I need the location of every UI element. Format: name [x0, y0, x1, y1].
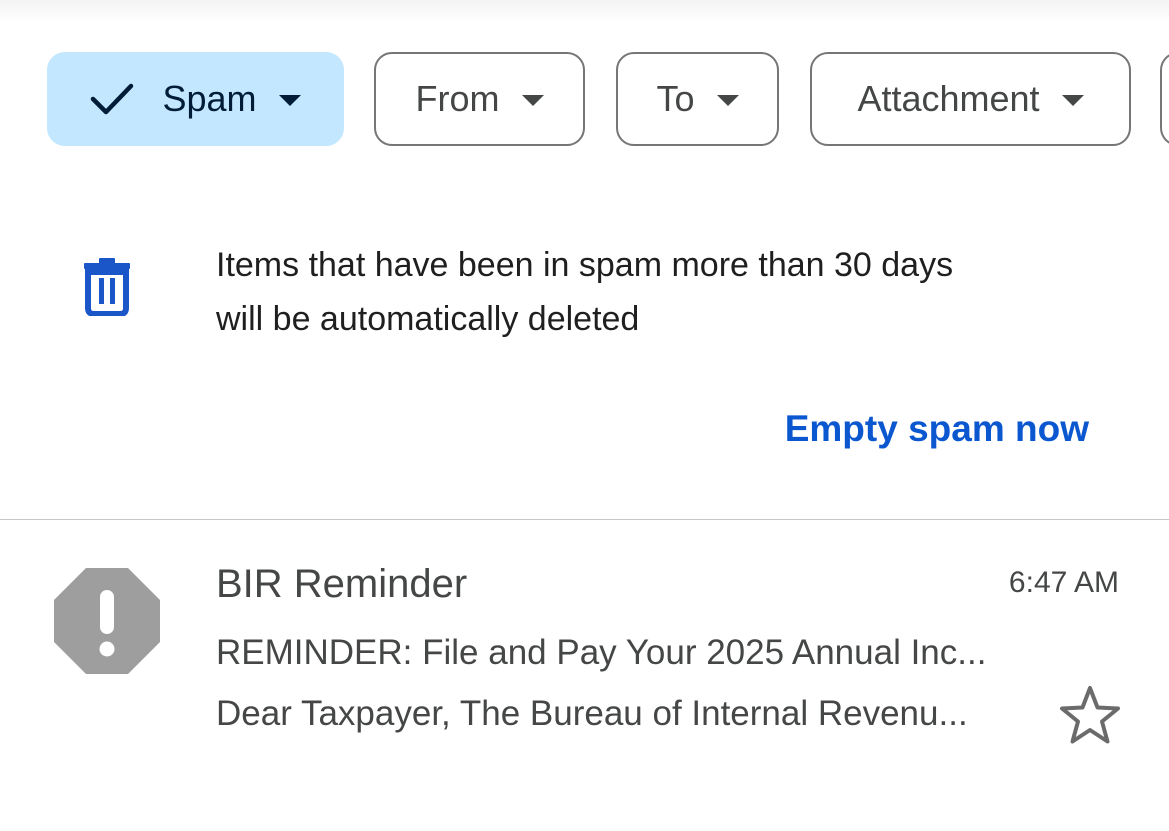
- spam-warning-icon: [52, 566, 162, 676]
- notice-line-1: Items that have been in spam more than 3…: [216, 246, 954, 284]
- list-item[interactable]: BIR Reminder 6:47 AM REMINDER: File and …: [0, 520, 1169, 831]
- from-filter-label: From: [415, 78, 500, 119]
- caret-down-icon: [278, 94, 301, 106]
- attachment-filter-chip[interactable]: Attachment: [810, 52, 1131, 146]
- trash-icon: [82, 256, 132, 317]
- spam-folder-view: Spam From To Attachment Items that have …: [0, 0, 1169, 831]
- empty-spam-now-button[interactable]: Empty spam now: [785, 408, 1089, 450]
- next-filter-chip-partial[interactable]: [1160, 52, 1169, 146]
- top-shadow: [0, 0, 1169, 22]
- check-icon: [90, 82, 134, 116]
- spam-retention-notice: Items that have been in spam more than 3…: [216, 238, 1096, 346]
- notice-line-2: will be automatically deleted: [216, 300, 640, 338]
- message-time: 6:47 AM: [1008, 566, 1119, 599]
- attachment-filter-label: Attachment: [857, 78, 1040, 119]
- spam-filter-label: Spam: [162, 78, 257, 119]
- star-icon[interactable]: [1058, 684, 1122, 746]
- to-filter-label: To: [656, 78, 695, 119]
- from-filter-chip[interactable]: From: [374, 52, 585, 146]
- caret-down-icon: [716, 94, 739, 106]
- to-filter-chip[interactable]: To: [616, 52, 779, 146]
- message-snippet: Dear Taxpayer, The Bureau of Internal Re…: [216, 694, 968, 733]
- message-sender: BIR Reminder: [216, 562, 468, 606]
- caret-down-icon: [1061, 94, 1084, 106]
- message-subject: REMINDER: File and Pay Your 2025 Annual …: [216, 633, 987, 672]
- spam-filter-chip[interactable]: Spam: [47, 52, 344, 146]
- caret-down-icon: [521, 94, 544, 106]
